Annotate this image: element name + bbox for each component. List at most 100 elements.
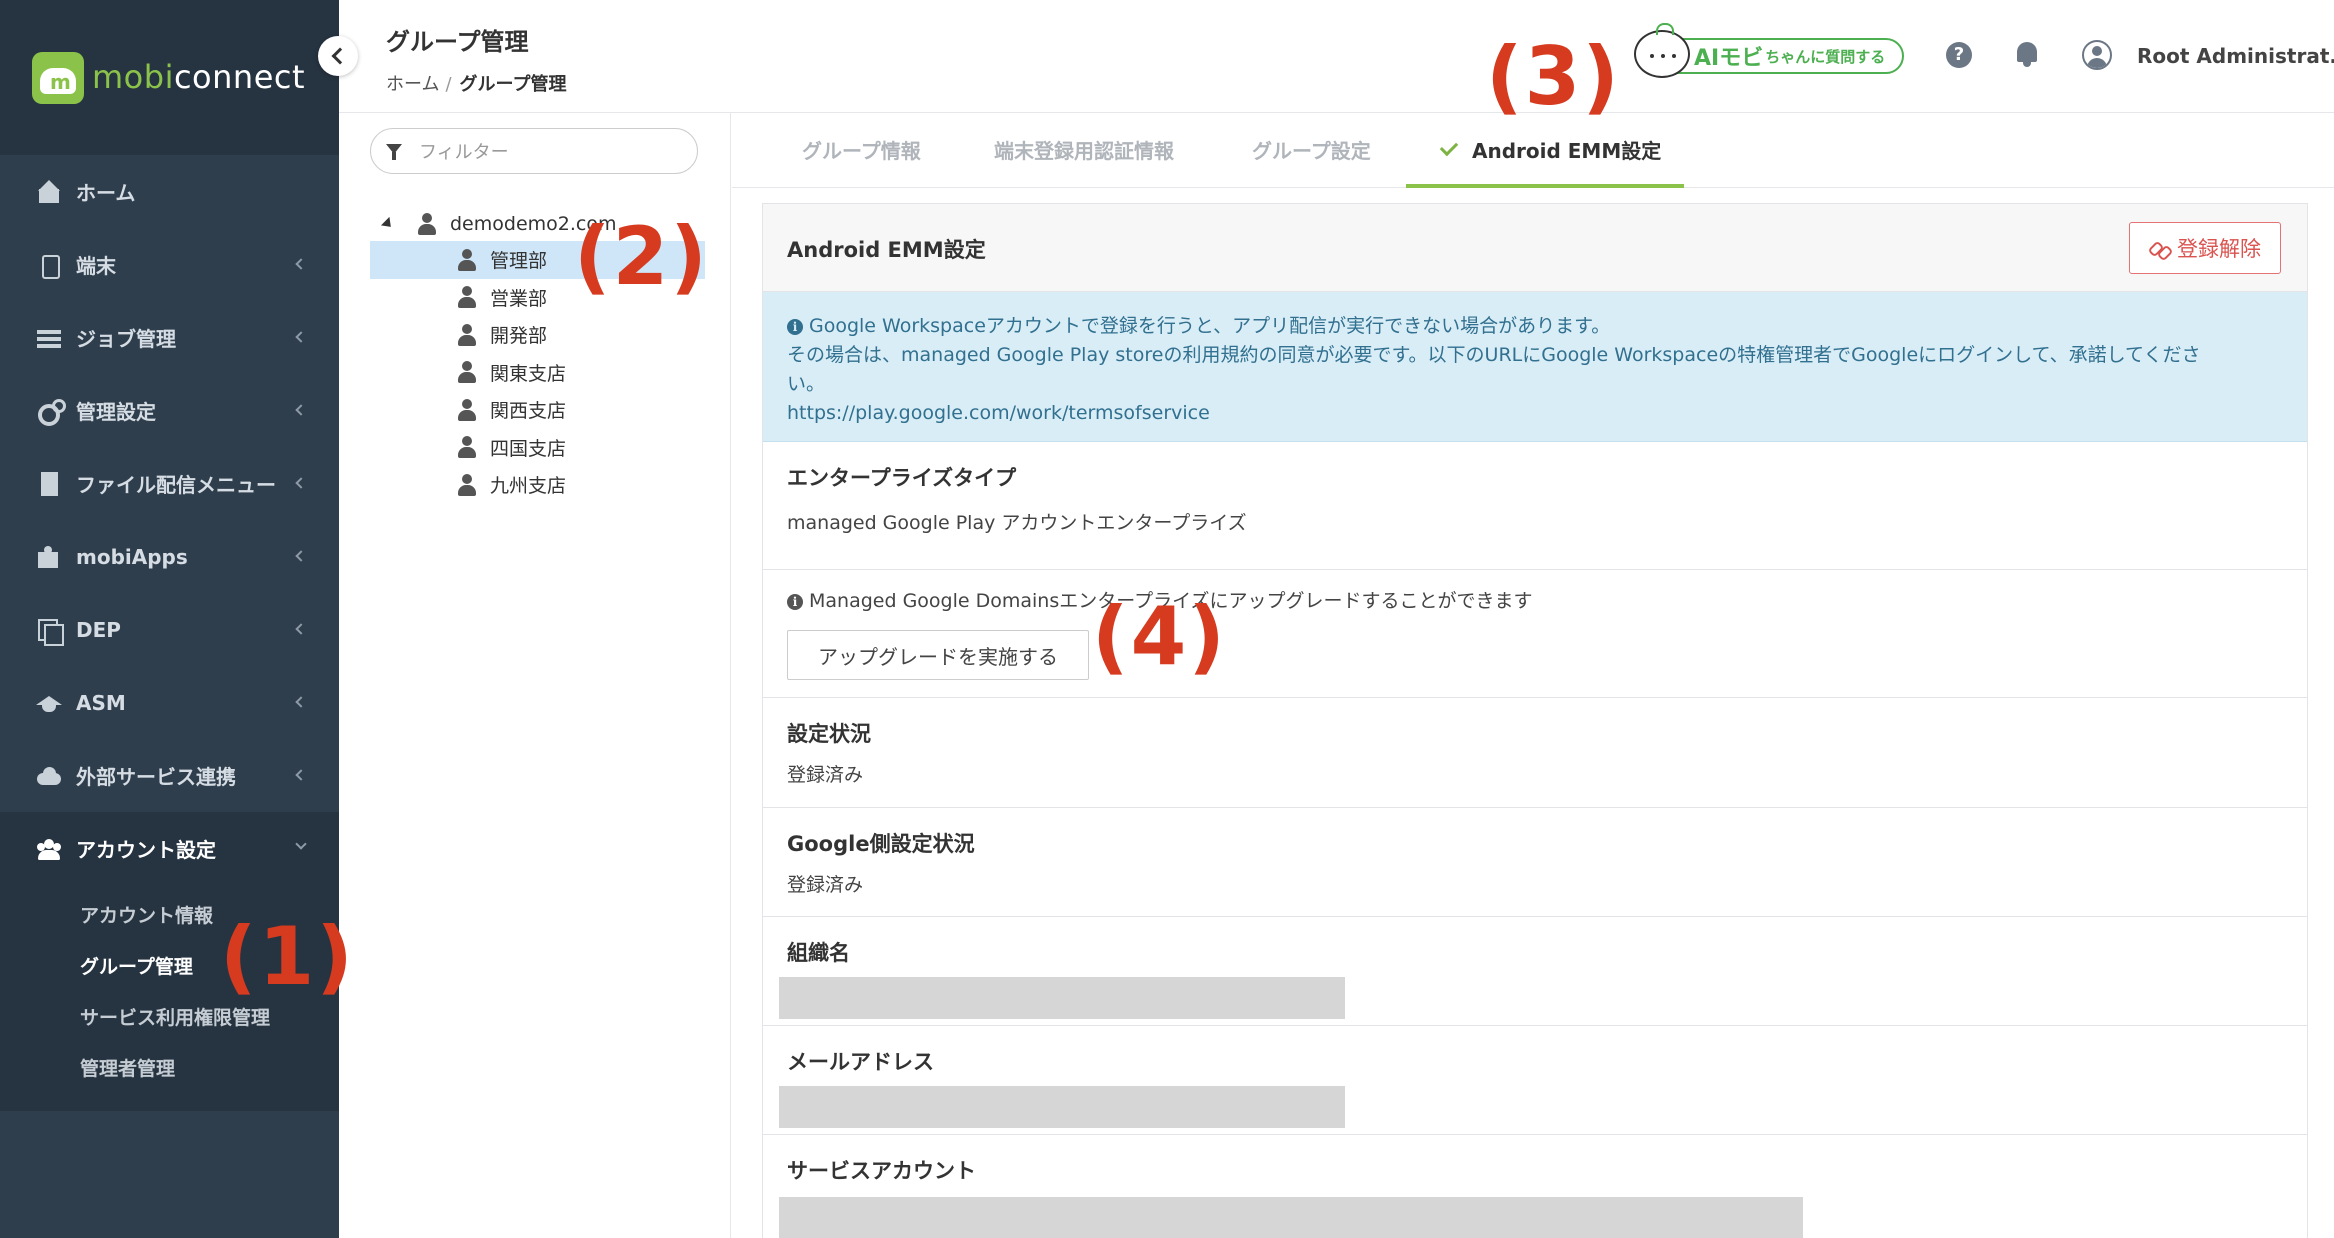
- filter-icon: [386, 144, 402, 160]
- tab-group-settings[interactable]: グループ設定: [1252, 135, 1371, 164]
- chevron-left-icon: [295, 696, 307, 708]
- enterprise-type-label: エンタープライズタイプ: [787, 466, 1017, 490]
- group-icon: [456, 323, 478, 347]
- org-name-row: 組織名: [763, 917, 2307, 1026]
- annotation-4: (4): [1092, 590, 1227, 683]
- info-alert: i Google Workspaceアカウントで登録を行うと、アプリ配信が実行でき…: [763, 292, 2307, 442]
- tab-enrollment-credentials[interactable]: 端末登録用認証情報: [994, 135, 1174, 164]
- filter-input[interactable]: フィルター: [370, 128, 698, 174]
- unlink-icon: [2149, 238, 2169, 258]
- breadcrumb: ホーム / グループ管理: [386, 70, 566, 96]
- annotation-1: (1): [220, 910, 355, 1003]
- group-icon: [456, 473, 478, 497]
- mobiconnect-logo-icon: m: [32, 52, 84, 104]
- dep-icon: [36, 617, 64, 646]
- tab-group-info[interactable]: グループ情報: [802, 135, 921, 164]
- sidebar: m mobiconnect ホーム 端末 ジョブ管理 管理設定 ファイル配信メニ…: [0, 0, 339, 1238]
- email-redacted-value: [779, 1086, 1345, 1128]
- google-status-row: Google側設定状況 登録済み: [763, 808, 2307, 917]
- breadcrumb-current: グループ管理: [459, 74, 567, 95]
- group-icon: [416, 212, 438, 236]
- sidebar-item-home[interactable]: ホーム: [0, 155, 339, 228]
- home-icon: [36, 179, 62, 205]
- tree-node-kansai[interactable]: 関西支店: [370, 391, 705, 429]
- sidebar-item-admin-settings[interactable]: 管理設定: [0, 374, 339, 447]
- sidebar-item-jobs[interactable]: ジョブ管理: [0, 301, 339, 374]
- graduation-cap-icon: [36, 690, 62, 716]
- group-icon: [456, 398, 478, 422]
- sidebar-item-dep[interactable]: DEP: [0, 593, 339, 666]
- breadcrumb-home-link[interactable]: ホーム: [386, 74, 439, 95]
- info-icon: i: [787, 594, 803, 610]
- check-icon: [1439, 137, 1459, 157]
- sidebar-item-asm[interactable]: ASM: [0, 666, 339, 739]
- tree-node-kanto[interactable]: 関東支店: [370, 354, 705, 392]
- setting-status-row: 設定状況 登録済み: [763, 698, 2307, 808]
- sidebar-collapse-button[interactable]: [318, 36, 358, 76]
- page-title: グループ管理: [386, 28, 529, 56]
- logo-area: m mobiconnect: [0, 0, 339, 155]
- job-icon: [36, 325, 62, 351]
- annotation-2: (2): [574, 210, 709, 303]
- cloud-icon: [36, 763, 62, 789]
- service-account-redacted-value: [779, 1197, 1803, 1238]
- app-logo-text[interactable]: mobiconnect: [92, 58, 305, 96]
- sidebar-item-external-services[interactable]: 外部サービス連携: [0, 739, 339, 812]
- email-row: メールアドレス: [763, 1026, 2307, 1135]
- terms-of-service-link[interactable]: https://play.google.com/work/termsofserv…: [787, 402, 1210, 424]
- sidebar-item-account-settings[interactable]: アカウント設定: [0, 812, 339, 885]
- chevron-left-icon: [295, 769, 307, 781]
- chevron-left-icon: [295, 623, 307, 635]
- file-icon: [36, 471, 62, 497]
- user-avatar-icon[interactable]: [2082, 40, 2112, 70]
- user-name[interactable]: Root Administrat...: [2137, 44, 2334, 68]
- service-account-label: サービスアカウント: [787, 1159, 976, 1183]
- card-header: Android EMM設定 登録解除: [763, 204, 2307, 292]
- tree-node-kaihatsubu[interactable]: 開発部: [370, 316, 705, 354]
- tab-android-emm[interactable]: Android EMM設定: [1439, 135, 1661, 164]
- tree-expand-icon[interactable]: [380, 216, 396, 232]
- ai-mascot-icon: [1634, 23, 1690, 78]
- gear-icon: [36, 398, 66, 426]
- setting-status-value: 登録済み: [787, 764, 864, 786]
- group-icon: [456, 248, 478, 272]
- breadcrumb-separator: /: [445, 74, 452, 95]
- sidebar-subitem-admin-management[interactable]: 管理者管理: [0, 1042, 339, 1093]
- users-icon: [36, 836, 62, 862]
- org-name-label: 組織名: [787, 941, 850, 965]
- card-title: Android EMM設定: [787, 238, 986, 262]
- upgrade-row: i Managed Google Domainsエンタープライズにアップグレードす…: [763, 570, 2307, 698]
- chevron-left-icon: [295, 477, 307, 489]
- group-icon: [456, 360, 478, 384]
- sidebar-item-mobiapps[interactable]: mobiApps: [0, 520, 339, 593]
- enterprise-type-row: エンタープライズタイプ managed Google Play アカウントエンタ…: [763, 442, 2307, 570]
- upgrade-button[interactable]: アップグレードを実施する: [787, 630, 1089, 680]
- chevron-left-icon: [295, 258, 307, 270]
- active-tab-indicator: [1406, 184, 1684, 188]
- sidebar-item-file-distribution[interactable]: ファイル配信メニュー: [0, 447, 339, 520]
- chevron-left-icon: [295, 550, 307, 562]
- bell-icon[interactable]: [2014, 40, 2040, 68]
- setting-status-label: 設定状況: [787, 722, 871, 746]
- help-icon[interactable]: ?: [1946, 42, 1972, 68]
- annotation-3: (3): [1486, 30, 1621, 123]
- android-emm-card: Android EMM設定 登録解除 i Google Workspaceアカウン…: [762, 203, 2308, 1238]
- google-status-value: 登録済み: [787, 874, 864, 896]
- unregister-button[interactable]: 登録解除: [2129, 222, 2281, 274]
- device-icon: [36, 252, 62, 279]
- info-icon: i: [787, 319, 803, 335]
- group-tabs: グループ情報 端末登録用認証情報 グループ設定 Android EMM設定: [732, 113, 2334, 188]
- chevron-left-icon: [295, 331, 307, 343]
- sidebar-item-devices[interactable]: 端末: [0, 228, 339, 301]
- google-status-label: Google側設定状況: [787, 832, 975, 856]
- chevron-down-icon: [295, 838, 307, 850]
- group-icon: [456, 435, 478, 459]
- org-name-redacted-value: [779, 977, 1345, 1019]
- group-icon: [456, 285, 478, 309]
- tree-node-kyushu[interactable]: 九州支店: [370, 466, 705, 504]
- email-label: メールアドレス: [787, 1050, 934, 1074]
- chevron-left-icon: [295, 404, 307, 416]
- service-account-row: サービスアカウント: [763, 1135, 2307, 1238]
- enterprise-type-value: managed Google Play アカウントエンタープライズ: [787, 512, 1247, 534]
- tree-node-shikoku[interactable]: 四国支店: [370, 429, 705, 467]
